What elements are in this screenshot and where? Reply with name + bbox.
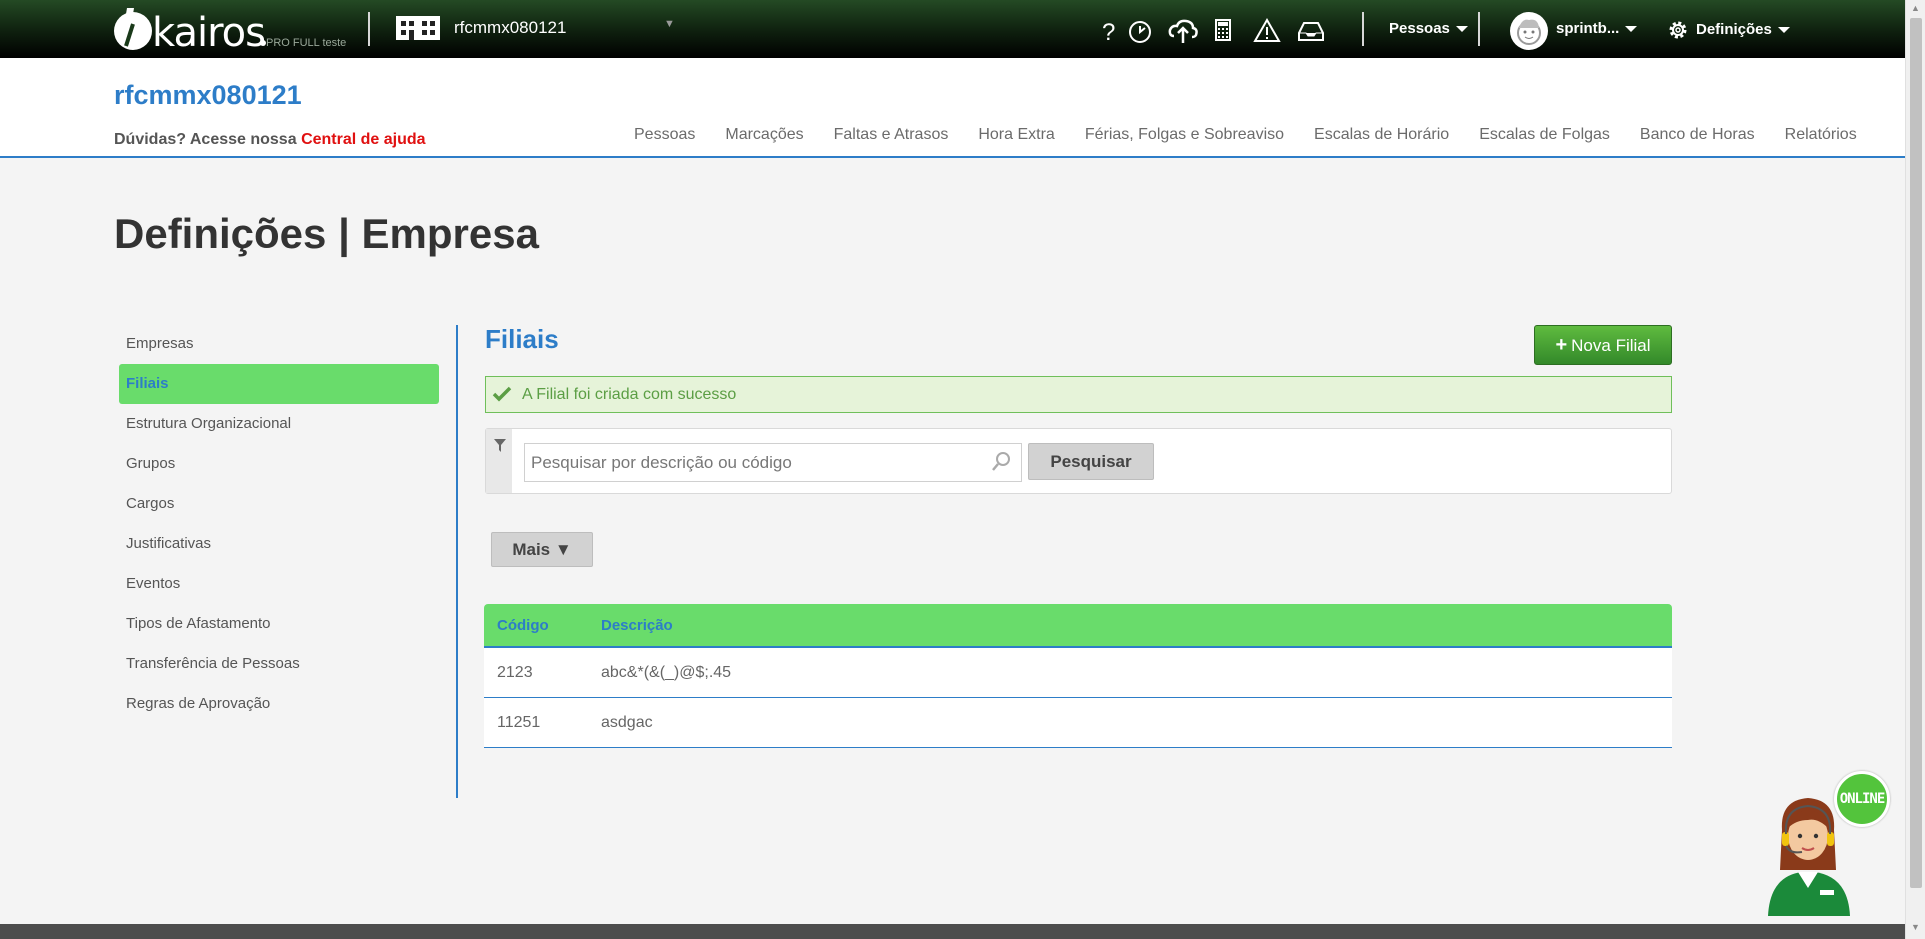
column-header-codigo[interactable]: Código [484,617,601,634]
scrollbar-thumb[interactable] [1910,18,1922,888]
new-branch-button[interactable]: + Nova Filial [1534,325,1672,365]
sidebar-item-eventos[interactable]: Eventos [119,564,439,604]
sidebar-item-regras[interactable]: Regras de Aprovação [119,684,439,724]
help-center-link[interactable]: Central de ajuda [301,131,425,148]
nav-item-ferias[interactable]: Férias, Folgas e Sobreaviso [1085,126,1284,144]
settings-menu[interactable]: Definições [1666,18,1790,42]
table-row[interactable]: 11251 asdgac [484,698,1672,748]
sidebar-item-empresas[interactable]: Empresas [119,324,439,364]
brand-subtitle: PRO FULL teste [266,37,347,49]
settings-menu-label: Definições [1696,20,1772,38]
branches-table: Código Descrição 2123 abc&*(&(_)@$;.45 1… [484,604,1672,748]
search-panel: Pesquisar [485,428,1672,494]
nav-item-relatorios[interactable]: Relatórios [1785,126,1857,144]
column-header-descricao[interactable]: Descrição [601,617,1672,634]
section-title: Filiais [485,324,559,354]
table-header: Código Descrição [484,604,1672,648]
online-status-badge[interactable]: ONLINE [1834,771,1890,827]
sidebar-item-justificativas[interactable]: Justificativas [119,524,439,564]
help-text: Dúvidas? Acesse nossa Central de ajuda [114,131,426,149]
nav-item-banco-horas[interactable]: Banco de Horas [1640,126,1755,144]
gear-icon [1669,21,1687,39]
nav-item-hora-extra[interactable]: Hora Extra [978,126,1054,144]
warning-icon[interactable] [1252,16,1282,46]
sidebar-item-grupos[interactable]: Grupos [119,444,439,484]
success-alert: A Filial foi criada com sucesso [485,376,1672,413]
clock-icon[interactable] [1126,16,1156,46]
nav-item-pessoas[interactable]: Pessoas [634,126,695,144]
sidebar-item-afastamento[interactable]: Tipos de Afastamento [119,604,439,644]
calculator-icon[interactable] [1208,16,1238,46]
topbar-separator [1362,12,1364,46]
user-menu[interactable]: sprintb... [1556,20,1638,37]
nav-item-escalas-folgas[interactable]: Escalas de Folgas [1479,126,1610,144]
search-button[interactable]: Pesquisar [1028,443,1154,480]
sidebar-item-cargos[interactable]: Cargos [119,484,439,524]
logo-mark-icon [114,8,152,50]
cell-codigo: 11251 [497,713,541,731]
footer-bar [0,924,1905,939]
caret-down-icon [1777,27,1790,33]
topbar-separator [1478,12,1480,46]
cell-descricao: abc&*(&(_)@$;.45 [601,663,732,681]
inbox-icon[interactable] [1296,16,1326,46]
building-icon [396,16,440,40]
check-icon [492,386,512,402]
filter-toggle[interactable] [486,429,512,493]
new-branch-label: Nova Filial [1571,336,1651,355]
table-row[interactable]: 2123 abc&*(&(_)@$;.45 [484,648,1672,698]
sidebar-item-filiais[interactable]: Filiais [119,364,439,404]
success-alert-text: A Filial foi criada com sucesso [522,386,737,403]
pessoas-menu-label: Pessoas [1389,20,1450,37]
nav-item-escalas-horario[interactable]: Escalas de Horário [1314,126,1449,144]
help-prefix: Dúvidas? Acesse nossa [114,131,297,148]
page-title: Definições | Empresa [114,210,539,257]
sidebar-item-estrutura[interactable]: Estrutura Organizacional [119,404,439,444]
vertical-scrollbar[interactable]: ▲ ▼ [1905,0,1925,939]
topbar-separator [368,12,370,46]
filter-icon [494,439,506,452]
avatar[interactable] [1510,12,1548,50]
help-icon[interactable]: ? [1094,16,1124,46]
svg-text:?: ? [1102,19,1115,46]
cloud-upload-icon[interactable] [1168,16,1198,46]
search-input[interactable] [524,443,1022,482]
chevron-down-icon: ▼ [664,18,675,30]
brand-name: kairos [152,10,266,56]
search-icon [992,452,1010,471]
user-face-icon [1517,19,1541,45]
company-title: rfcmmx080121 [114,80,302,110]
side-menu: Empresas Filiais Estrutura Organizaciona… [119,324,439,724]
nav-item-marcacoes[interactable]: Marcações [725,126,803,144]
pessoas-menu[interactable]: Pessoas [1389,20,1468,37]
sidebar-item-transferencia[interactable]: Transferência de Pessoas [119,644,439,684]
page-header: rfcmmx080121 Dúvidas? Acesse nossa Centr… [0,58,1905,158]
scroll-down-icon[interactable]: ▼ [1911,922,1920,932]
plus-icon: + [1555,334,1568,356]
content-divider [456,325,458,798]
top-bar: kairos PRO FULL teste rfcmmx080121 ▼ ? P… [0,0,1905,58]
company-selector-label: rfcmmx080121 [454,18,567,37]
cell-descricao: asdgac [601,713,653,731]
nav-item-faltas[interactable]: Faltas e Atrasos [834,126,949,144]
company-selector[interactable]: rfcmmx080121 ▼ [396,14,675,42]
user-menu-label: sprintb... [1556,20,1620,37]
caret-down-icon [1625,26,1638,33]
more-button[interactable]: Mais ▼ [491,532,593,567]
cell-codigo: 2123 [497,663,533,681]
caret-down-icon [1455,26,1468,33]
main-nav: Pessoas Marcações Faltas e Atrasos Hora … [634,126,1887,144]
scroll-up-icon[interactable]: ▲ [1911,3,1920,13]
